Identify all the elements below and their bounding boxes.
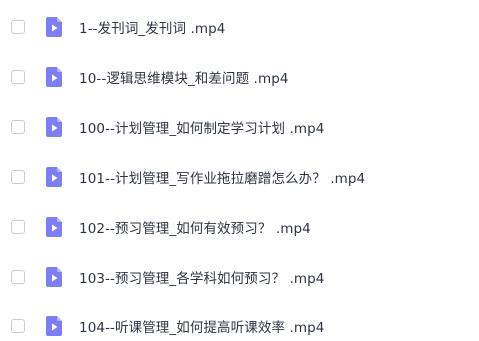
video-file-icon — [44, 266, 64, 288]
video-file-icon — [44, 216, 64, 238]
file-name: 101--计划管理_写作业拖拉磨蹭怎么办？ .mp4 — [79, 171, 366, 187]
list-item[interactable]: 100--计划管理_如何制定学习计划 .mp4 — [0, 112, 479, 142]
select-checkbox[interactable] — [11, 120, 25, 134]
file-name: 103--预习管理_各学科如何预习？ .mp4 — [79, 271, 325, 287]
select-checkbox[interactable] — [11, 170, 25, 184]
file-name: 104--听课管理_如何提高听课效率 .mp4 — [79, 320, 325, 336]
file-name: 10--逻辑思维模块_和差问题 .mp4 — [79, 71, 289, 87]
list-item[interactable]: 104--听课管理_如何提高听课效率 .mp4 — [0, 311, 479, 341]
select-checkbox[interactable] — [11, 20, 25, 34]
video-file-icon — [44, 116, 64, 138]
list-item[interactable]: 1--发刊词_发刊词 .mp4 — [0, 12, 479, 42]
file-name: 1--发刊词_发刊词 .mp4 — [79, 21, 226, 37]
video-file-icon — [44, 16, 64, 38]
video-file-icon — [44, 166, 64, 188]
select-checkbox[interactable] — [11, 319, 25, 333]
list-item[interactable]: 103--预习管理_各学科如何预习？ .mp4 — [0, 262, 479, 292]
video-file-icon — [44, 66, 64, 88]
file-name: 100--计划管理_如何制定学习计划 .mp4 — [79, 121, 325, 137]
select-checkbox[interactable] — [11, 220, 25, 234]
select-checkbox[interactable] — [11, 70, 25, 84]
list-item[interactable]: 10--逻辑思维模块_和差问题 .mp4 — [0, 62, 479, 92]
file-name: 102--预习管理_如何有效预习？ .mp4 — [79, 221, 311, 237]
video-file-icon — [44, 315, 64, 337]
list-item[interactable]: 102--预习管理_如何有效预习？ .mp4 — [0, 212, 479, 242]
file-list: 1--发刊词_发刊词 .mp4 10--逻辑思维模块_和差问题 .mp4 100… — [0, 0, 479, 336]
select-checkbox[interactable] — [11, 270, 25, 284]
list-item[interactable]: 101--计划管理_写作业拖拉磨蹭怎么办？ .mp4 — [0, 162, 479, 192]
